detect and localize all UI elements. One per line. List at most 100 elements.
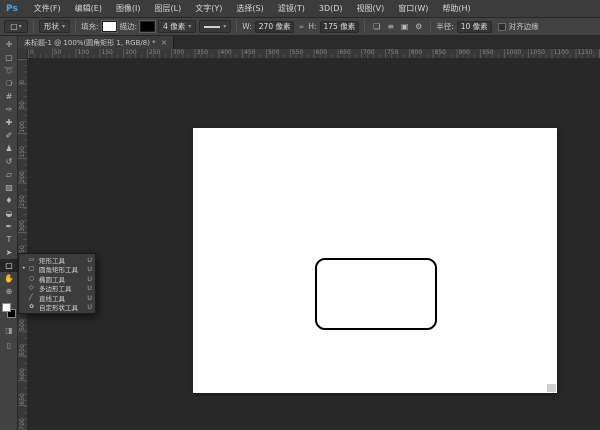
link-dimensions-icon[interactable]: ∞ bbox=[297, 23, 305, 31]
chevron-down-icon: ▾ bbox=[223, 23, 227, 30]
flyout-item[interactable]: ○ 椭圆工具 U bbox=[19, 274, 95, 284]
menu-item[interactable]: 文字(Y) bbox=[188, 3, 229, 14]
close-icon[interactable]: × bbox=[161, 38, 168, 47]
ruler-label: 200 bbox=[19, 170, 26, 183]
align-edges-label: 对齐边缘 bbox=[508, 22, 539, 31]
path-operations-icon[interactable]: ❏ bbox=[370, 21, 383, 33]
ruler-label: 50 bbox=[19, 100, 26, 109]
settings-gear-icon[interactable]: ⚙ bbox=[412, 21, 425, 33]
pen-tool[interactable]: ✒ bbox=[0, 220, 18, 233]
ruler-label: 50 bbox=[53, 49, 62, 56]
tool-icon: ✑ bbox=[5, 104, 13, 114]
flyout-item-label: 多边形工具 bbox=[39, 285, 72, 294]
move-tool[interactable]: ✛ bbox=[0, 38, 18, 51]
menu-items: 文件(F) 编辑(E) 图像(I) 图层(L) 文字(Y) 选择(S) 滤镜(T) 3D(D)… bbox=[27, 0, 478, 17]
color-swatches bbox=[0, 302, 18, 320]
eraser-tool[interactable]: ▱ bbox=[0, 168, 18, 181]
separator bbox=[364, 20, 366, 33]
tool-mode-value: 形状 bbox=[44, 22, 59, 31]
tool-mode-select[interactable]: 形状 ▾ bbox=[39, 20, 71, 33]
menu-item[interactable]: 图像(I) bbox=[109, 3, 148, 14]
history-brush-tool[interactable]: ↺ bbox=[0, 155, 18, 168]
hand-tool[interactable]: ✋ bbox=[0, 272, 18, 285]
separator bbox=[236, 20, 238, 33]
height-label: H: bbox=[308, 22, 317, 31]
menu-item[interactable]: 编辑(E) bbox=[68, 3, 109, 14]
separator bbox=[75, 20, 77, 33]
flyout-item[interactable]: ✿ 自定形状工具 U bbox=[19, 303, 95, 312]
blur-tool[interactable]: ♦ bbox=[0, 194, 18, 207]
quick-selection-tool[interactable]: ❍ bbox=[0, 77, 18, 90]
rounded-rectangle-shape[interactable] bbox=[315, 258, 437, 330]
menu-item[interactable]: 3D(D) bbox=[312, 4, 350, 13]
radius-input[interactable]: 10 像素 bbox=[456, 20, 492, 33]
ruler-label: 700 bbox=[363, 49, 375, 56]
path-arrangement-icon[interactable]: ▣ bbox=[398, 21, 411, 33]
vertical-ruler[interactable]: 0501001502002503003504004505005506006507… bbox=[18, 59, 28, 430]
fill-label: 填充: bbox=[81, 22, 99, 31]
marquee-tool[interactable]: ▢ bbox=[0, 51, 18, 64]
tool-icon: ▢ bbox=[5, 260, 13, 270]
gradient-tool[interactable]: ▧ bbox=[0, 181, 18, 194]
flyout-item-shortcut: U bbox=[87, 293, 92, 302]
tool-icon: ⊕ bbox=[5, 286, 13, 296]
ruler-label: 900 bbox=[458, 49, 470, 56]
flyout-item[interactable]: ▭ 矩形工具 U bbox=[19, 255, 95, 265]
shape-height-value: 175 像素 bbox=[323, 22, 356, 31]
shape-height-input[interactable]: 175 像素 bbox=[319, 20, 360, 33]
eyedropper-tool[interactable]: ✑ bbox=[0, 103, 18, 116]
shape-icon: ▢ bbox=[29, 265, 35, 273]
path-alignment-icon[interactable]: ≡ bbox=[384, 21, 397, 33]
shape-tool[interactable]: ▢ bbox=[0, 259, 18, 272]
flyout-item[interactable]: • ▢ 圆角矩形工具 U bbox=[19, 265, 95, 274]
shape-icon: ✿ bbox=[29, 303, 35, 311]
path-selection-tool[interactable]: ➤ bbox=[0, 246, 18, 259]
tool-icon: ♦ bbox=[5, 195, 13, 205]
stroke-width-field[interactable]: 4 像素 ▾ bbox=[158, 20, 197, 33]
menu-item[interactable]: 窗口(W) bbox=[391, 3, 435, 14]
ruler-label: 150 bbox=[101, 49, 113, 56]
menu-item[interactable]: 滤镜(T) bbox=[271, 3, 312, 14]
ruler-label: 1000 bbox=[505, 49, 522, 56]
ruler-label: 800 bbox=[410, 49, 423, 56]
crop-tool[interactable]: # bbox=[0, 90, 18, 103]
lasso-tool[interactable]: ➰ bbox=[0, 64, 18, 77]
stroke-color-swatch[interactable] bbox=[140, 21, 156, 32]
canvas-document[interactable] bbox=[193, 128, 557, 393]
align-edges-checkbox[interactable] bbox=[497, 22, 506, 31]
menu-item[interactable]: 视图(V) bbox=[350, 3, 392, 14]
menu-bar: Ps 文件(F) 编辑(E) 图像(I) 图层(L) 文字(Y) 选择(S) 滤镜(T) 3D… bbox=[0, 0, 600, 18]
menu-item[interactable]: 文件(F) bbox=[27, 3, 68, 14]
type-tool[interactable]: T bbox=[0, 233, 18, 246]
flyout-item[interactable]: ◇ 多边形工具 U bbox=[19, 284, 95, 294]
foreground-color-swatch[interactable] bbox=[2, 303, 11, 312]
screen-mode-icon[interactable]: ▯ bbox=[0, 341, 18, 350]
flyout-item[interactable]: ╱ 直线工具 U bbox=[19, 293, 95, 303]
quick-mask-icon[interactable]: ◨ bbox=[0, 326, 18, 335]
stroke-style-dropdown[interactable]: ▾ bbox=[199, 20, 232, 33]
shape-icon: ▭ bbox=[29, 255, 35, 263]
clone-stamp-tool[interactable]: ♟ bbox=[0, 142, 18, 155]
shape-width-input[interactable]: 270 像素 bbox=[254, 20, 295, 33]
menu-item[interactable]: 帮助(H) bbox=[435, 3, 477, 14]
ruler-label: 350 bbox=[196, 49, 209, 56]
flyout-item-shortcut: U bbox=[87, 284, 92, 293]
tool-icon: ↺ bbox=[5, 156, 13, 166]
chevron-down-icon: ▾ bbox=[18, 23, 22, 30]
healing-brush-tool[interactable]: ✚ bbox=[0, 116, 18, 129]
ruler-label: 650 bbox=[339, 49, 351, 56]
brush-tool[interactable]: ✐ bbox=[0, 129, 18, 142]
ruler-label: 600 bbox=[315, 49, 328, 56]
menu-item[interactable]: 图层(L) bbox=[148, 3, 189, 14]
fill-color-swatch[interactable] bbox=[101, 21, 117, 32]
zoom-tool[interactable]: ⊕ bbox=[0, 285, 18, 298]
tool-preset-dropdown[interactable]: ▢ ▾ bbox=[4, 20, 28, 33]
menu-item[interactable]: 选择(S) bbox=[229, 3, 270, 14]
ruler-label: 450 bbox=[244, 49, 256, 56]
tool-icon: ❍ bbox=[5, 78, 13, 88]
horizontal-ruler[interactable]: 0 50 100 150 200 250 300 350 400 450 500 550 600 650 7… bbox=[28, 49, 600, 59]
document-tab[interactable]: 未标题-1 @ 100%(圆角矩形 1, RGB/8) * × bbox=[18, 36, 175, 49]
tool-list: ✛ ▢ ➰ ❍ # ✑ ✚ ✐ ♟ ↺ ▱ ▧ ♦ ◒ ✒ T ➤ ▢ ✋ ⊕ bbox=[0, 36, 18, 298]
ruler-corner[interactable] bbox=[18, 49, 28, 59]
dodge-tool[interactable]: ◒ bbox=[0, 207, 18, 220]
